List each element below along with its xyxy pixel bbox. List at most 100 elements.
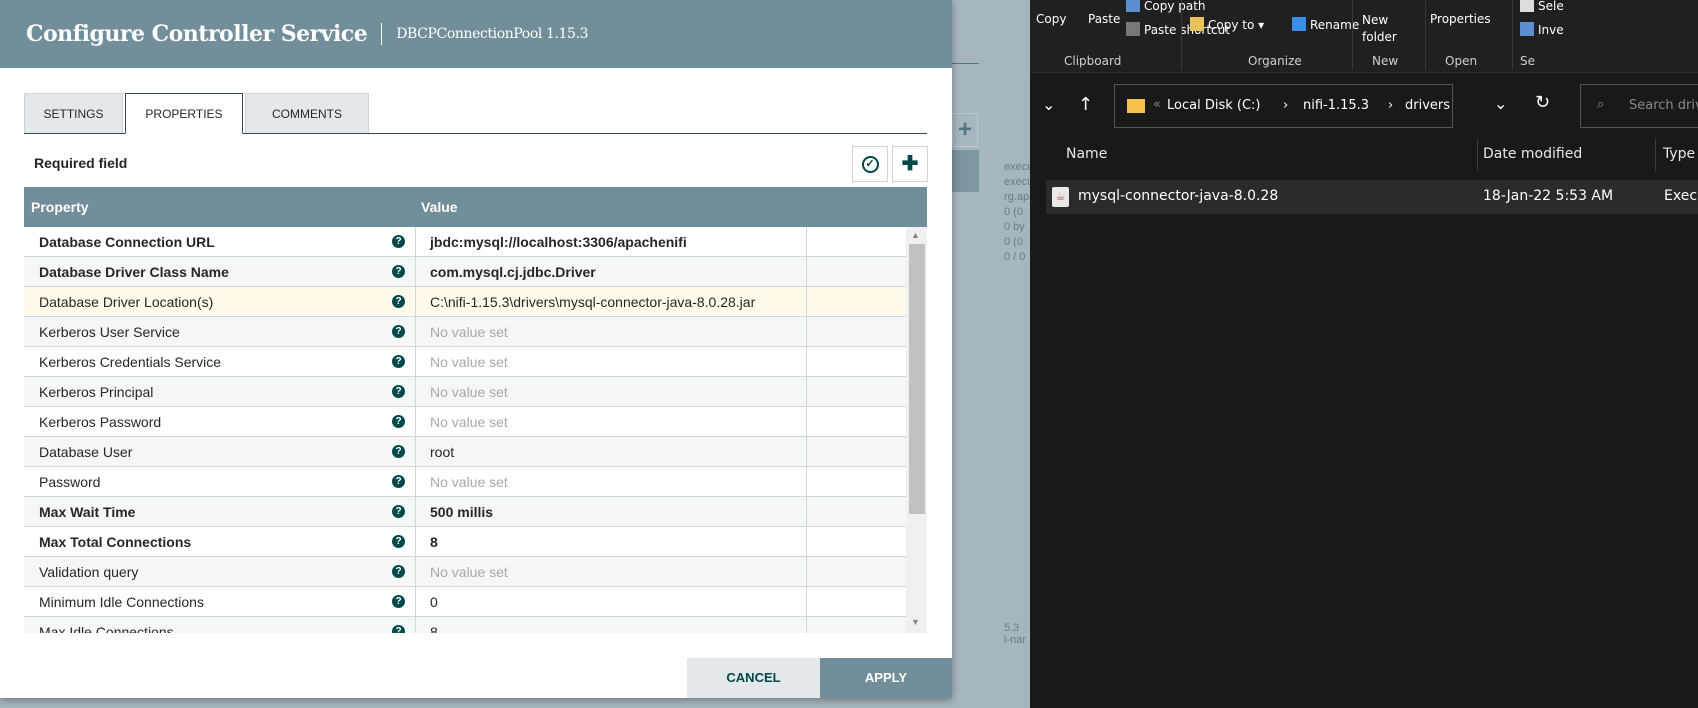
cell-divider <box>806 557 807 587</box>
property-value[interactable]: root <box>430 444 454 460</box>
property-row[interactable]: Kerberos User Service ? No value set <box>24 317 906 347</box>
help-icon[interactable]: ? <box>392 475 405 488</box>
help-icon[interactable]: ? <box>392 505 405 518</box>
search-placeholder: Search driv <box>1629 98 1698 113</box>
breadcrumb-item[interactable]: Local Disk (C:) <box>1167 98 1260 113</box>
column-type[interactable]: Type <box>1663 146 1695 182</box>
property-name: Database Driver Location(s) <box>39 294 214 310</box>
property-value[interactable]: 0 <box>430 594 438 610</box>
property-row[interactable]: Kerberos Password ? No value set <box>24 407 906 437</box>
address-bar[interactable]: « Local Disk (C:) › nifi-1.15.3 › driver… <box>1114 84 1453 128</box>
column-name[interactable]: Name <box>1066 146 1107 182</box>
property-value[interactable]: 500 millis <box>430 504 493 520</box>
property-row[interactable]: Max Wait Time ? 500 millis <box>24 497 906 527</box>
invert-selection-icon <box>1520 22 1534 36</box>
address-dropdown-icon[interactable]: ⌄ <box>1494 94 1507 113</box>
property-row[interactable]: Database Driver Class Name ? com.mysql.c… <box>24 257 906 287</box>
rename-button[interactable]: Rename <box>1292 17 1359 32</box>
verify-button[interactable]: ✓ <box>852 146 888 182</box>
paste-button[interactable]: Paste <box>1088 12 1120 26</box>
group-new: New <box>1372 54 1399 68</box>
copy-button[interactable]: Copy <box>1036 12 1066 26</box>
scroll-down-icon[interactable]: ▼ <box>911 617 920 627</box>
property-value[interactable]: 8 <box>430 624 438 633</box>
property-name: Minimum Idle Connections <box>39 594 204 610</box>
property-row[interactable]: Minimum Idle Connections ? 0 <box>24 587 906 617</box>
help-icon[interactable]: ? <box>392 535 405 548</box>
copy-to-button[interactable]: Copy to ▾ <box>1190 17 1264 32</box>
bg-text: execu <box>1004 176 1030 188</box>
help-icon[interactable]: ? <box>392 385 405 398</box>
cell-divider <box>806 407 807 437</box>
file-name: mysql-connector-java-8.0.28 <box>1078 188 1279 204</box>
property-value[interactable]: No value set <box>430 384 508 400</box>
column-date-modified[interactable]: Date modified <box>1483 146 1582 182</box>
copy-to-icon <box>1190 17 1204 31</box>
apply-button[interactable]: APPLY <box>820 658 952 698</box>
table-scrollbar[interactable]: ▲ ▼ <box>906 227 927 633</box>
property-row[interactable]: Kerberos Principal ? No value set <box>24 377 906 407</box>
help-icon[interactable]: ? <box>392 265 405 278</box>
breadcrumb-separator-icon: › <box>1283 98 1289 113</box>
property-value[interactable]: No value set <box>430 564 508 580</box>
tab-properties[interactable]: PROPERTIES <box>125 93 243 134</box>
scroll-up-icon[interactable]: ▲ <box>911 230 920 240</box>
property-value[interactable]: jbdc:mysql://localhost:3306/apachenifi <box>430 234 687 250</box>
up-arrow-icon[interactable]: ↑ <box>1078 94 1093 115</box>
invert-selection-button[interactable]: Inve <box>1520 22 1564 37</box>
ribbon: Copy Paste Copy path Paste shortcut Copy… <box>1030 0 1698 73</box>
column-value: Value <box>421 199 458 215</box>
rename-icon <box>1292 17 1306 31</box>
property-value[interactable]: No value set <box>430 414 508 430</box>
property-value[interactable]: 8 <box>430 534 438 550</box>
breadcrumb-item[interactable]: nifi-1.15.3 <box>1303 98 1369 113</box>
property-row[interactable]: Database Driver Location(s) ? C:\nifi-1.… <box>24 287 906 317</box>
recent-locations-chevron-icon[interactable]: ⌄ <box>1042 95 1055 114</box>
new-folder-button[interactable]: New folder <box>1362 12 1412 46</box>
check-circle-icon: ✓ <box>861 156 879 174</box>
add-property-button[interactable]: ✚ <box>892 146 928 182</box>
properties-button[interactable]: Properties <box>1430 12 1491 26</box>
property-value[interactable]: No value set <box>430 324 508 340</box>
help-icon[interactable]: ? <box>392 415 405 428</box>
cancel-button[interactable]: CANCEL <box>687 658 820 698</box>
help-icon[interactable]: ? <box>392 595 405 608</box>
property-row[interactable]: Database Connection URL ? jbdc:mysql://l… <box>24 227 906 257</box>
cell-divider <box>806 467 807 497</box>
cell-divider <box>806 587 807 617</box>
help-icon[interactable]: ? <box>392 325 405 338</box>
help-icon[interactable]: ? <box>392 235 405 248</box>
property-value[interactable]: C:\nifi-1.15.3\drivers\mysql-connector-j… <box>430 294 755 310</box>
required-field-label: Required field <box>34 155 128 171</box>
cell-divider <box>806 227 807 257</box>
refresh-icon[interactable]: ↻ <box>1535 92 1550 113</box>
copy-path-button[interactable]: Copy path <box>1126 0 1206 13</box>
property-value[interactable]: com.mysql.cj.jdbc.Driver <box>430 264 596 280</box>
property-row[interactable]: Max Idle Connections ? 8 <box>24 617 906 633</box>
help-icon[interactable]: ? <box>392 445 405 458</box>
bg-text: l-nar <box>1004 634 1027 646</box>
property-value[interactable]: No value set <box>430 354 508 370</box>
tab-comments[interactable]: COMMENTS <box>245 93 369 133</box>
property-row[interactable]: Max Total Connections ? 8 <box>24 527 906 557</box>
help-icon[interactable]: ? <box>392 565 405 578</box>
search-input[interactable]: ⌕ Search driv <box>1580 84 1698 128</box>
select-all-icon <box>1520 0 1534 12</box>
file-row[interactable]: ☕ mysql-connector-java-8.0.28 18-Jan-22 … <box>1046 180 1698 214</box>
property-value[interactable]: No value set <box>430 474 508 490</box>
column-separator <box>1655 139 1656 171</box>
help-icon[interactable]: ? <box>392 295 405 308</box>
property-row[interactable]: Kerberos Credentials Service ? No value … <box>24 347 906 377</box>
scrollbar-thumb[interactable] <box>909 244 925 514</box>
property-row[interactable]: Password ? No value set <box>24 467 906 497</box>
property-row[interactable]: Database User ? root <box>24 437 906 467</box>
cell-divider <box>415 227 416 257</box>
help-icon[interactable]: ? <box>392 625 405 633</box>
tab-settings[interactable]: SETTINGS <box>24 93 123 133</box>
help-icon[interactable]: ? <box>392 355 405 368</box>
cell-divider <box>415 317 416 347</box>
cell-divider <box>415 557 416 587</box>
breadcrumb-item[interactable]: drivers <box>1405 98 1450 113</box>
select-all-button[interactable]: Sele <box>1520 0 1564 13</box>
property-row[interactable]: Validation query ? No value set <box>24 557 906 587</box>
